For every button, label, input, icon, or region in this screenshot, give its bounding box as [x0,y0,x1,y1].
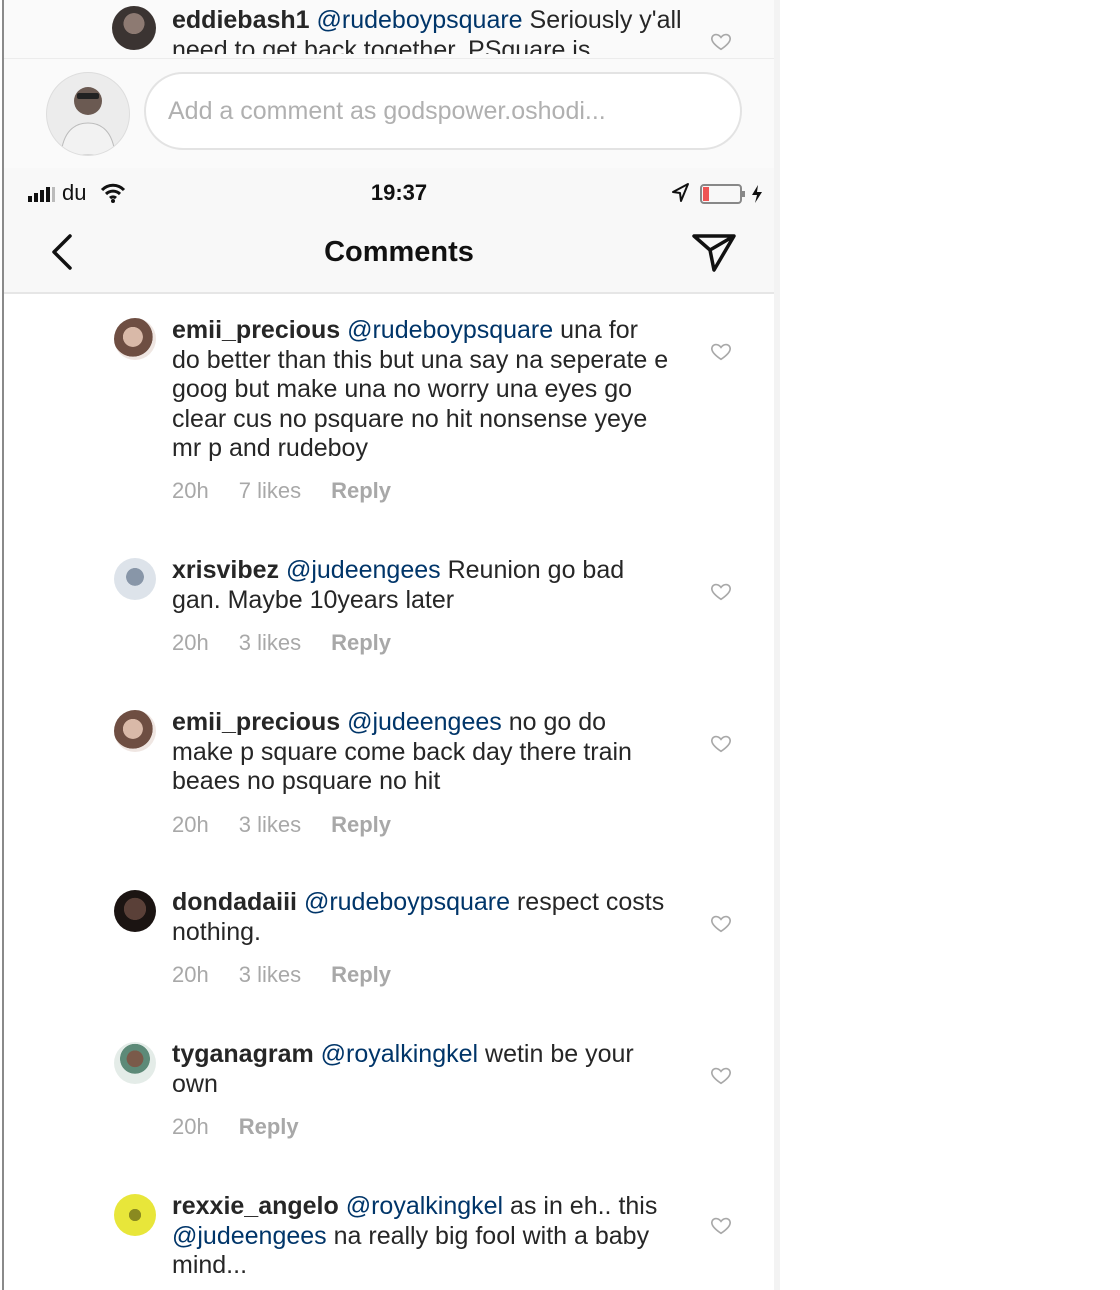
comment-username[interactable]: emii_precious [172,708,340,736]
chevron-left-icon [52,234,72,270]
signal-bars-icon [28,186,56,207]
comment-likes[interactable]: 3 likes [239,962,301,987]
comment-meta: 20h 7 likes Reply [172,478,421,504]
wifi-icon [100,182,126,209]
reply-button[interactable]: Reply [331,630,391,655]
comment-mention[interactable]: @rudeboypsquare [304,888,510,916]
comment-mention[interactable]: @judeengees [172,1222,327,1250]
scroll-edge [774,0,780,1290]
comment-input[interactable] [144,72,742,150]
comment-username[interactable]: tyganagram [172,1040,314,1068]
comment-time: 20h [172,962,209,987]
location-arrow-icon [670,182,690,209]
avatar[interactable] [114,890,156,932]
comment-mention[interactable]: @judeengees [286,556,441,584]
comment-text: eddiebash1 @rudeboypsquare Seriously y'a… [172,6,692,54]
comment-username[interactable]: emii_precious [172,316,340,344]
comment-meta: 20h 3 likes Reply [172,630,421,656]
avatar[interactable] [114,318,156,360]
comment-time: 20h [172,812,209,837]
comment-username[interactable]: rexxie_angelo [172,1192,339,1220]
comment-text: tyganagram @royalkingkel wetin be your o… [172,1040,672,1099]
heart-icon[interactable] [710,1064,732,1086]
comment-mention[interactable]: @rudeboypsquare [317,6,523,34]
heart-icon[interactable] [710,340,732,362]
comment-username[interactable]: eddiebash1 [172,6,310,34]
heart-icon[interactable] [710,1214,732,1236]
avatar[interactable] [114,1194,156,1236]
heart-icon[interactable] [710,30,732,52]
comment-mention[interactable]: @judeengees [347,708,502,736]
reply-button[interactable]: Reply [331,962,391,987]
reply-button[interactable]: Reply [331,478,391,503]
comment-username[interactable]: dondadaiii [172,888,297,916]
reply-button[interactable]: Reply [331,812,391,837]
comment-likes[interactable]: 3 likes [239,630,301,655]
comment-text: xrisvibez @judeengees Reunion go bad gan… [172,556,672,615]
comment-body: as in eh.. this [503,1192,658,1220]
comment-mention[interactable]: @royalkingkel [321,1040,478,1068]
avatar [46,72,130,156]
reply-button[interactable]: Reply [239,1114,299,1139]
comment-meta: 20h 3 likes Reply [172,812,421,838]
back-button[interactable] [44,232,80,272]
avatar[interactable] [114,558,156,600]
comment-text: dondadaiii @rudeboypsquare respect costs… [172,888,672,947]
avatar[interactable] [114,1042,156,1084]
comment-meta: 20h Reply [172,1114,329,1140]
paper-plane-icon [692,234,736,272]
comment-meta: 20h 3 likes Reply [172,962,421,988]
heart-icon[interactable] [710,912,732,934]
comments-header: Comments [4,216,774,294]
share-button[interactable] [690,230,738,274]
comment-time: 20h [172,1114,209,1139]
comment-username[interactable]: xrisvibez [172,556,279,584]
comment-mention[interactable]: @rudeboypsquare [347,316,553,344]
comment-likes[interactable]: 7 likes [239,478,301,503]
heart-icon[interactable] [710,732,732,754]
comment-text: rexxie_angelo @royalkingkel as in eh.. t… [172,1192,672,1281]
battery-icon [700,184,766,209]
comment-likes[interactable]: 3 likes [239,812,301,837]
avatar[interactable] [112,6,156,50]
page-title: Comments [324,236,474,268]
heart-icon[interactable] [710,580,732,602]
comment-time: 20h [172,478,209,503]
phone-screen: eddiebash1 @rudeboypsquare Seriously y'a… [2,0,780,1290]
comment-time: 20h [172,630,209,655]
avatar[interactable] [114,710,156,752]
comment-text: emii_precious @rudeboypsquare una for do… [172,316,672,464]
comment-text: emii_precious @judeengees no go do make … [172,708,672,797]
comment-item-partial: eddiebash1 @rudeboypsquare Seriously y'a… [4,0,774,58]
comment-mention[interactable]: @royalkingkel [346,1192,503,1220]
